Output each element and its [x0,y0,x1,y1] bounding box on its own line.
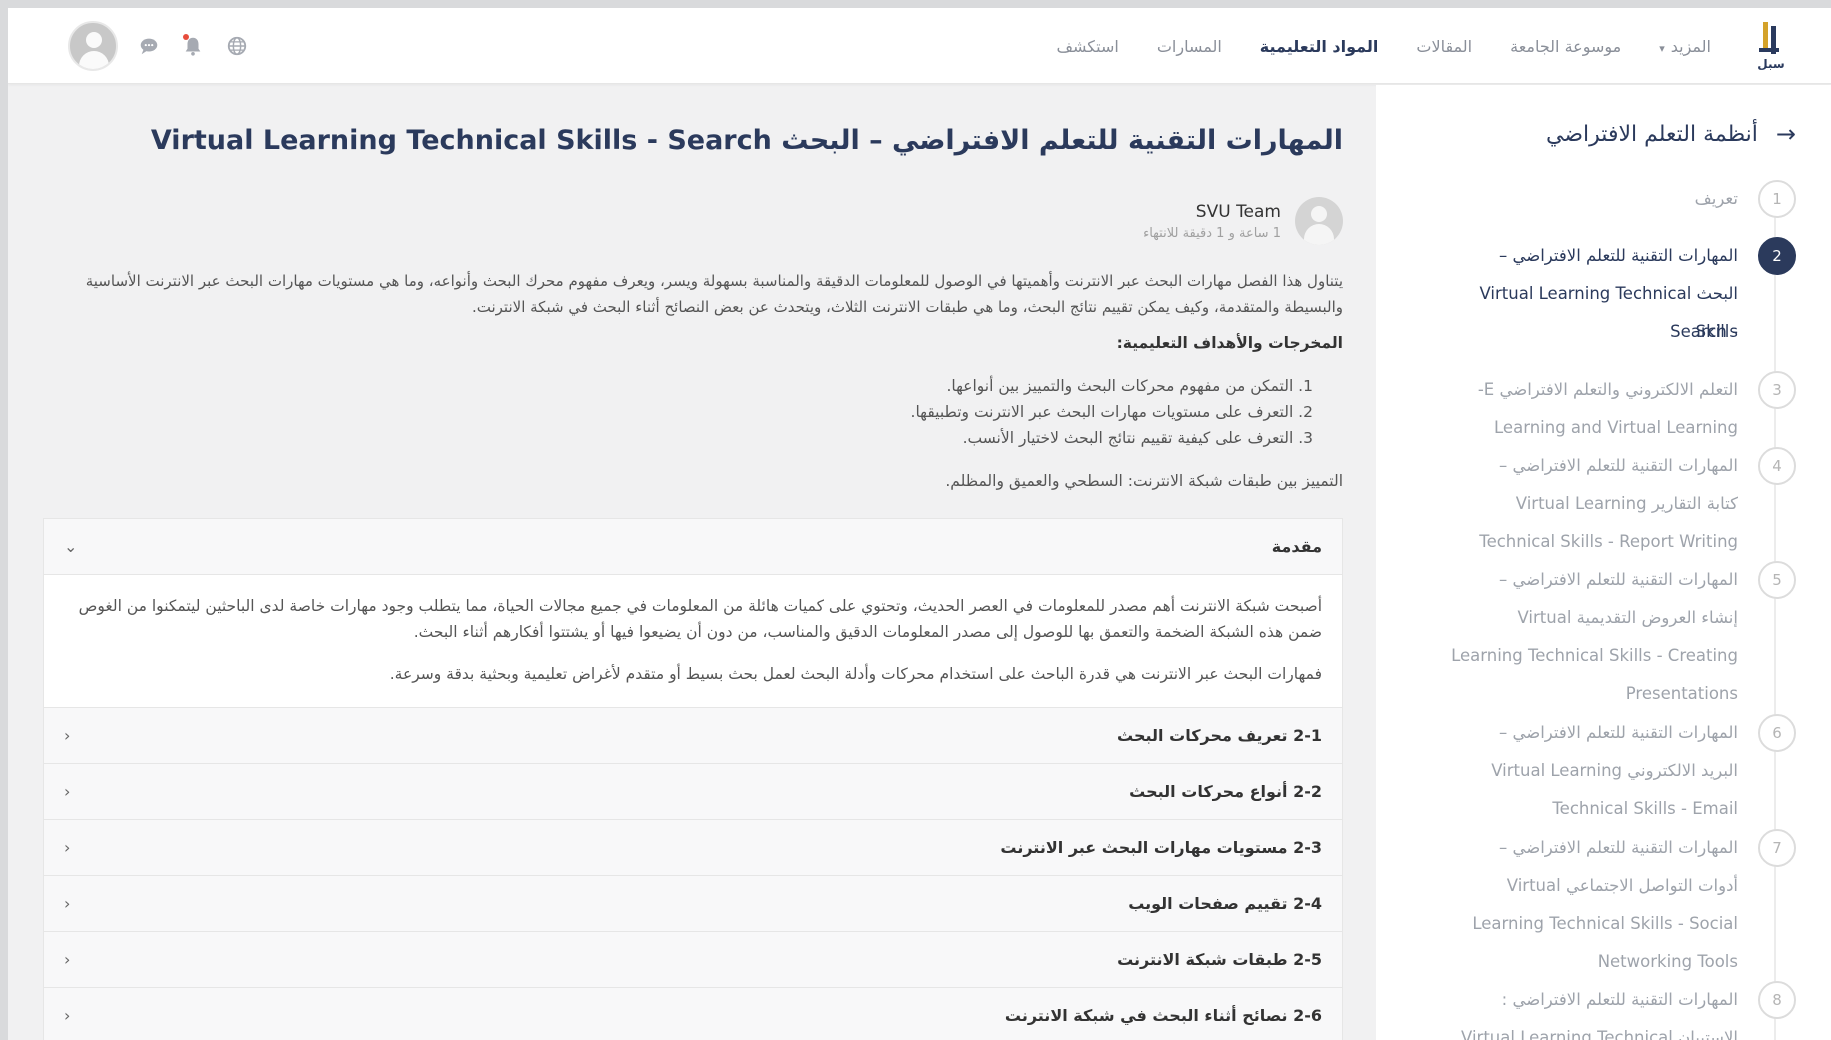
intro-paragraph: فمهارات البحث عبر الانترنت هي قدرة الباح… [389,665,1322,683]
step-number: 3 [1758,371,1796,409]
step-label: المهارات التقنية للتعلم الافتراضي – [1498,838,1738,857]
arrow-right-icon[interactable]: → [1776,120,1796,148]
step-label: المهارات التقنية للتعلم الافتراضي – [1498,246,1738,265]
chevron-left-icon: ‹ [64,1006,71,1025]
top-navbar: سبل استكشف المسارات المواد التعليمية الم… [8,8,1831,84]
accordion-body-intro: أصبحت شبكة الانترنت أهم مصدر للمعلومات ف… [44,575,1342,708]
globe-icon[interactable] [224,33,250,59]
author-name: SVU Team [1195,201,1281,222]
accordion-title: 2-2 أنواع محركات البحث [1129,782,1322,801]
step-number: 4 [1758,447,1796,485]
sidebar-header: → أنظمة التعلم الافتراضي [1546,120,1796,148]
chevron-left-icon: ‹ [64,726,71,745]
outcomes-heading: المخرجات والأهداف التعليمية: [1116,334,1343,352]
step-label: Learning Technical Skills - Creating [1451,646,1738,665]
sections-accordion: مقدمة ⌄ أصبحت شبكة الانترنت أهم مصدر للم… [43,518,1343,1040]
author-block: SVU Team 1 ساعة و 1 دقيقة للانتهاء [1143,197,1343,245]
chevron-left-icon: ‹ [64,838,71,857]
step-number: 7 [1758,829,1796,867]
timeline-line [1774,210,1776,1040]
step-label: المهارات التقنية للتعلم الافتراضي – [1498,723,1738,742]
accordion-title: مقدمة [1271,537,1322,556]
step-label: Technical Skills - Email [1552,799,1738,818]
nav-item-articles[interactable]: المقالات [1416,37,1472,56]
step-label: Networking Tools [1597,952,1738,971]
accordion-header-section[interactable]: 2-6 نصائح أثناء البحث في شبكة الانترنت ‹ [44,988,1342,1040]
chat-icon[interactable] [136,33,162,59]
step-label: Learning and Virtual Learning [1494,418,1738,437]
step-number: 2 [1758,237,1796,275]
step-number: 1 [1758,180,1796,218]
step-label: المهارات التقنية للتعلم الافتراضي – [1498,570,1738,589]
accordion-header-section[interactable]: 2-2 أنواع محركات البحث ‹ [44,764,1342,820]
chevron-down-icon: ▾ [1659,41,1665,55]
step-number: 5 [1758,561,1796,599]
sidebar-title: أنظمة التعلم الافتراضي [1546,121,1758,147]
intro-paragraph: أصبحت شبكة الانترنت أهم مصدر للمعلومات ف… [78,597,1322,641]
nav-item-encyclopedia[interactable]: موسوعة الجامعة [1510,37,1621,56]
accordion-header-section[interactable]: 2-1 تعريف محركات البحث ‹ [44,708,1342,764]
step-label: إنشاء العروض التقديمية Virtual [1517,608,1739,627]
accordion-title: 2-1 تعريف محركات البحث [1117,726,1322,745]
author-avatar [1295,197,1343,245]
accordion-header-section[interactable]: 2-4 تقييم صفحات الويب ‹ [44,876,1342,932]
outcome-item: 1. التمكن من مفهوم محركات البحث والتمييز… [946,377,1313,395]
outcome-extra-line: التمييز بين طبقات شبكة الانترنت: السطحي … [945,472,1343,490]
duration-text: 1 ساعة و 1 دقيقة للانتهاء [1143,225,1281,241]
outcome-item: 3. التعرف على كيفية تقييم نتائج البحث لا… [962,429,1313,447]
page-title: المهارات التقنية للتعلم الافتراضي – البح… [150,125,1343,156]
top-icons [68,8,250,84]
logo-mark-icon [1757,22,1785,56]
nav-more-label: المزيد [1670,36,1711,56]
step-label: Technical Skills - Report Writing [1479,532,1738,551]
step-label: كتابة التقارير Virtual Learning [1515,494,1738,513]
chevron-down-icon: ⌄ [64,537,78,556]
accordion-title: 2-6 نصائح أثناء البحث في شبكة الانترنت [1004,1006,1322,1025]
step-label: Learning Technical Skills - Social [1472,914,1738,933]
step-label: المهارات التقنية للتعلم الافتراضي – [1498,456,1738,475]
nav-item-explore[interactable]: استكشف [1056,37,1118,56]
course-sidebar: → أنظمة التعلم الافتراضي 1 تعريف 2 المها… [1376,85,1831,1040]
step-number: 6 [1758,714,1796,752]
step-label: Presentations [1625,684,1738,703]
bell-icon[interactable] [180,33,206,59]
accordion-header-intro[interactable]: مقدمة ⌄ [44,519,1342,575]
notification-dot [183,34,189,40]
step-label: الاستبيان Virtual Learning Technical [1461,1028,1738,1040]
chevron-left-icon: ‹ [64,894,71,913]
main-nav: استكشف المسارات المواد التعليمية المقالا… [1056,8,1711,84]
nav-item-learning-materials[interactable]: المواد التعليمية [1260,37,1379,56]
step-label: التعلم الالكتروني والتعلم الافتراضي E- [1477,380,1738,399]
accordion-title: 2-5 طبقات شبكة الانترنت [1117,950,1322,969]
step-label: أدوات التواصل الاجتماعي Virtual [1506,876,1738,895]
outcomes-list: 1. التمكن من مفهوم محركات البحث والتمييز… [911,373,1313,451]
accordion-title: 2-4 تقييم صفحات الويب [1128,894,1322,913]
page-frame: سبل استكشف المسارات المواد التعليمية الم… [8,8,1831,1040]
main-content: المهارات التقنية للتعلم الافتراضي – البح… [43,85,1343,1040]
accordion-title: 2-3 مستويات مهارات البحث عبر الانترنت [1000,838,1322,857]
step-label: المهارات التقنية للتعلم الافتراضي : [1501,990,1738,1009]
nav-item-more[interactable]: المزيد ▾ [1659,37,1711,56]
accordion-header-section[interactable]: 2-5 طبقات شبكة الانترنت ‹ [44,932,1342,988]
accordion-header-section[interactable]: 2-3 مستويات مهارات البحث عبر الانترنت ‹ [44,820,1342,876]
step-label: تعريف [1694,189,1738,208]
user-avatar[interactable] [68,21,118,71]
chevron-left-icon: ‹ [64,950,71,969]
logo-text: سبل [1757,57,1785,71]
outcome-item: 2. التعرف على مستويات مهارات البحث عبر ا… [910,403,1313,421]
chapter-description: يتناول هذا الفصل مهارات البحث عبر الانتر… [85,272,1343,316]
site-logo[interactable]: سبل [1751,22,1791,74]
step-number: 8 [1758,981,1796,1019]
nav-item-paths[interactable]: المسارات [1157,37,1222,56]
chevron-left-icon: ‹ [64,782,71,801]
step-label: - Search [1670,322,1738,341]
step-label: البريد الالكتروني Virtual Learning [1491,761,1738,780]
